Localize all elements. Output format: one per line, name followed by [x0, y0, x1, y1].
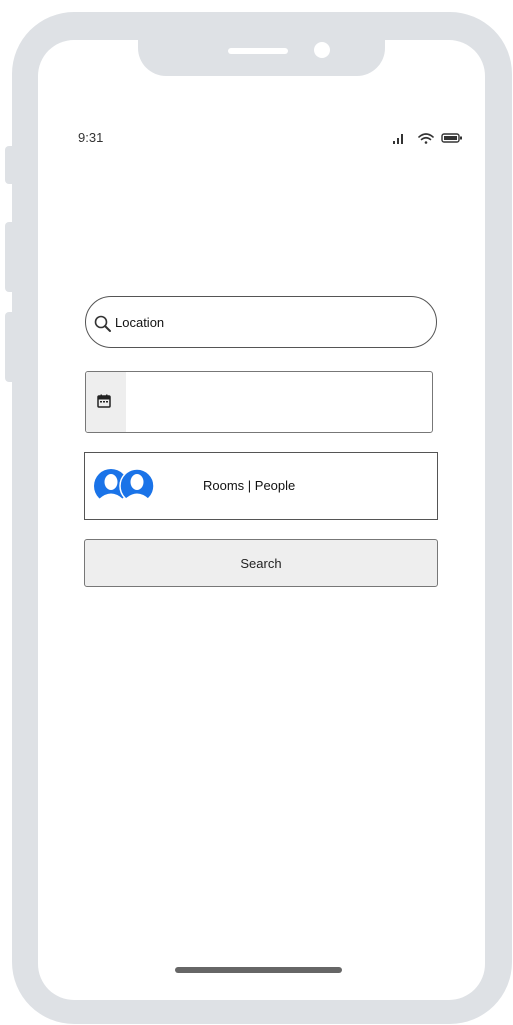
status-time: 9:31 [78, 130, 104, 145]
date-icon-box [86, 372, 126, 432]
status-icons [393, 133, 462, 144]
people-icon [94, 468, 155, 504]
phone-notch [138, 40, 385, 76]
location-placeholder: Location [115, 315, 165, 330]
search-button[interactable]: Search [84, 539, 438, 587]
calendar-icon [97, 394, 111, 408]
home-indicator[interactable] [175, 967, 342, 973]
search-icon [94, 315, 111, 332]
location-input[interactable]: Location [85, 296, 437, 348]
wifi-icon [418, 133, 434, 144]
signal-icon [393, 134, 403, 144]
rooms-people-selector[interactable]: Rooms | People [84, 452, 438, 520]
battery-icon [441, 133, 462, 143]
front-camera [314, 42, 330, 58]
date-picker-field[interactable] [85, 371, 433, 433]
phone-screen: 9:31 Location Rooms | People Search [38, 40, 485, 1000]
app-root: 9:31 Location Rooms | People Search [0, 0, 513, 1025]
person-icon-right [119, 468, 155, 504]
speaker-grille [228, 48, 288, 54]
rooms-people-label: Rooms | People [203, 478, 296, 493]
